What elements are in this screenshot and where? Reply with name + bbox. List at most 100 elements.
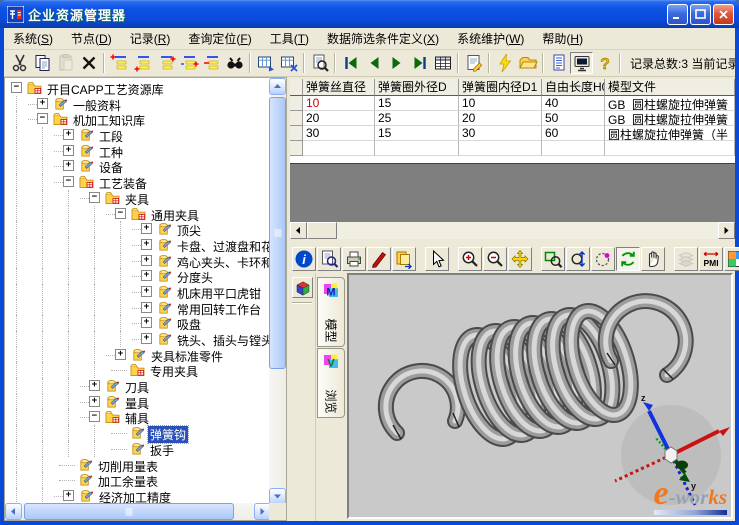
cell-r3c3[interactable]: 30 [459, 126, 542, 141]
notes-button[interactable] [547, 52, 570, 74]
scroll-left-button[interactable] [5, 503, 22, 520]
maximize-button[interactable] [690, 4, 711, 25]
expand-box[interactable]: + [89, 396, 100, 407]
node-remove-button[interactable] [200, 52, 223, 74]
expand-box[interactable]: + [141, 317, 152, 328]
tree-item-设备[interactable]: +设备 [5, 158, 269, 174]
vselect-button[interactable] [425, 247, 449, 271]
vzoomwin-button[interactable] [541, 247, 565, 271]
tree-item-刀具[interactable]: +刀具 [5, 378, 269, 394]
tree-item-扳手[interactable]: 扳手 [5, 441, 269, 457]
scroll-up-button[interactable] [269, 78, 286, 95]
vrotate-button[interactable] [616, 247, 640, 271]
cell-r2c3[interactable]: 20 [459, 111, 542, 126]
vinfo-button[interactable]: i [292, 247, 316, 271]
expand-box[interactable]: + [141, 223, 152, 234]
help-button[interactable]: ? [593, 52, 616, 74]
tree-item-加工余量表[interactable]: 加工余量表 [5, 472, 269, 488]
table-hscroll-thumb[interactable] [307, 222, 337, 239]
vpmi-button[interactable]: PMI [699, 247, 723, 271]
expand-box[interactable]: + [141, 286, 152, 297]
table-row-1[interactable]: 10151040GB_圆柱螺旋拉伸弹簧 [290, 96, 735, 111]
copy-button[interactable] [31, 52, 54, 74]
cell-r3c4[interactable]: 60 [542, 126, 605, 141]
tree-vscroll-thumb[interactable] [269, 97, 286, 369]
table-scroll-left-button[interactable] [290, 222, 307, 239]
tree-item-铣头、插头与镗头[interactable]: +铣头、插头与镗头 [5, 331, 269, 347]
tree-item-吸盘[interactable]: +吸盘 [5, 315, 269, 331]
folder-open-button[interactable] [516, 52, 539, 74]
flash-button[interactable] [493, 52, 516, 74]
cell-r2c1[interactable]: 20 [303, 111, 375, 126]
expand-box[interactable]: + [141, 302, 152, 313]
tree-item-工种[interactable]: +工种 [5, 143, 269, 159]
collapse-box[interactable]: − [11, 82, 22, 93]
table-row-2[interactable]: 20252050GB_圆柱螺旋拉伸弹簧 [290, 111, 735, 126]
menu-item-5[interactable]: 工具(T) [261, 28, 318, 49]
cell-r3c1[interactable]: 30 [303, 126, 375, 141]
find-button[interactable] [223, 52, 246, 74]
cell-r1c1[interactable]: 10 [303, 96, 375, 111]
collapse-box[interactable]: − [115, 208, 126, 219]
tree-item-专用夹具[interactable]: 专用夹具 [5, 362, 269, 378]
data-grid-button[interactable] [431, 52, 454, 74]
vexport-button[interactable] [392, 247, 416, 271]
tree-item-机床用平口虎钳[interactable]: +机床用平口虎钳 [5, 284, 269, 300]
table-delete-button[interactable] [277, 52, 300, 74]
cell-r1c4[interactable]: 40 [542, 96, 605, 111]
collapse-box[interactable]: − [89, 411, 100, 422]
collapse-box[interactable]: − [89, 192, 100, 203]
expand-box[interactable]: + [115, 349, 126, 360]
tree-item-开目CAPP工艺资源库[interactable]: −开目CAPP工艺资源库 [5, 80, 269, 96]
tree-item-经济加工精度[interactable]: +经济加工精度 [5, 488, 269, 504]
expand-box[interactable]: + [63, 490, 74, 501]
column-header-3[interactable]: 弹簧圈内径D1 [459, 79, 542, 96]
vexamine-button[interactable] [317, 247, 341, 271]
cell-r1c5[interactable]: GB_圆柱螺旋拉伸弹簧 [605, 96, 735, 111]
cell-r1c2[interactable]: 15 [375, 96, 459, 111]
monitor-button[interactable] [570, 52, 593, 74]
viewport-3d[interactable]: z x y e-works [347, 273, 733, 519]
column-header-2[interactable]: 弹簧圈外径D [375, 79, 459, 96]
tree-item-弹簧钩[interactable]: 弹簧钩 [5, 425, 269, 441]
cut-button[interactable] [8, 52, 31, 74]
close-button[interactable] [713, 4, 734, 25]
tree-item-常用回转工作台[interactable]: +常用回转工作台 [5, 300, 269, 316]
cell-r3c2[interactable]: 15 [375, 126, 459, 141]
vzoomout-button[interactable] [483, 247, 507, 271]
paste-button[interactable] [54, 52, 77, 74]
vzoomdyn-button[interactable] [566, 247, 590, 271]
tree-item-卡盘、过渡盘和花[interactable]: +卡盘、过渡盘和花 [5, 237, 269, 253]
properties-button[interactable] [462, 52, 485, 74]
tree-hscroll-thumb[interactable] [24, 503, 234, 520]
expand-box[interactable]: + [141, 270, 152, 281]
vzoomin-button[interactable] [458, 247, 482, 271]
tree-item-夹具[interactable]: −夹具 [5, 190, 269, 206]
tree-item-辅具[interactable]: −辅具 [5, 409, 269, 425]
column-header-4[interactable]: 自由长度H0 [542, 79, 605, 96]
expand-box[interactable]: + [141, 255, 152, 266]
tree-item-工艺装备[interactable]: −工艺装备 [5, 174, 269, 190]
cell-r4c1[interactable] [303, 141, 375, 156]
rec-next-button[interactable] [385, 52, 408, 74]
cell-r4c3[interactable] [459, 141, 542, 156]
table-row-4[interactable] [290, 141, 735, 156]
tree-horizontal-scrollbar[interactable] [5, 503, 271, 520]
tree-vertical-scrollbar[interactable] [269, 78, 286, 505]
delete-button[interactable] [77, 52, 100, 74]
node-add-after-button[interactable] [131, 52, 154, 74]
tree-item-顶尖[interactable]: +顶尖 [5, 221, 269, 237]
menu-item-7[interactable]: 系统维护(W) [448, 28, 533, 49]
node-add-child-button[interactable] [154, 52, 177, 74]
viewer-tab-模型[interactable]: M模型 [317, 277, 345, 347]
viewer-tab-浏览[interactable]: V浏览 [317, 348, 345, 418]
cell-r2c2[interactable]: 25 [375, 111, 459, 126]
table-horizontal-scrollbar[interactable] [290, 222, 735, 239]
tree-item-切削用量表[interactable]: 切削用量表 [5, 457, 269, 473]
table-scroll-right-button[interactable] [718, 222, 735, 239]
tree-item-鸡心夹头、卡环和[interactable]: +鸡心夹头、卡环和 [5, 253, 269, 269]
collapse-box[interactable]: − [63, 176, 74, 187]
tree-item-分度头[interactable]: +分度头 [5, 268, 269, 284]
vlayers-button[interactable] [674, 247, 698, 271]
table-add-button[interactable] [254, 52, 277, 74]
